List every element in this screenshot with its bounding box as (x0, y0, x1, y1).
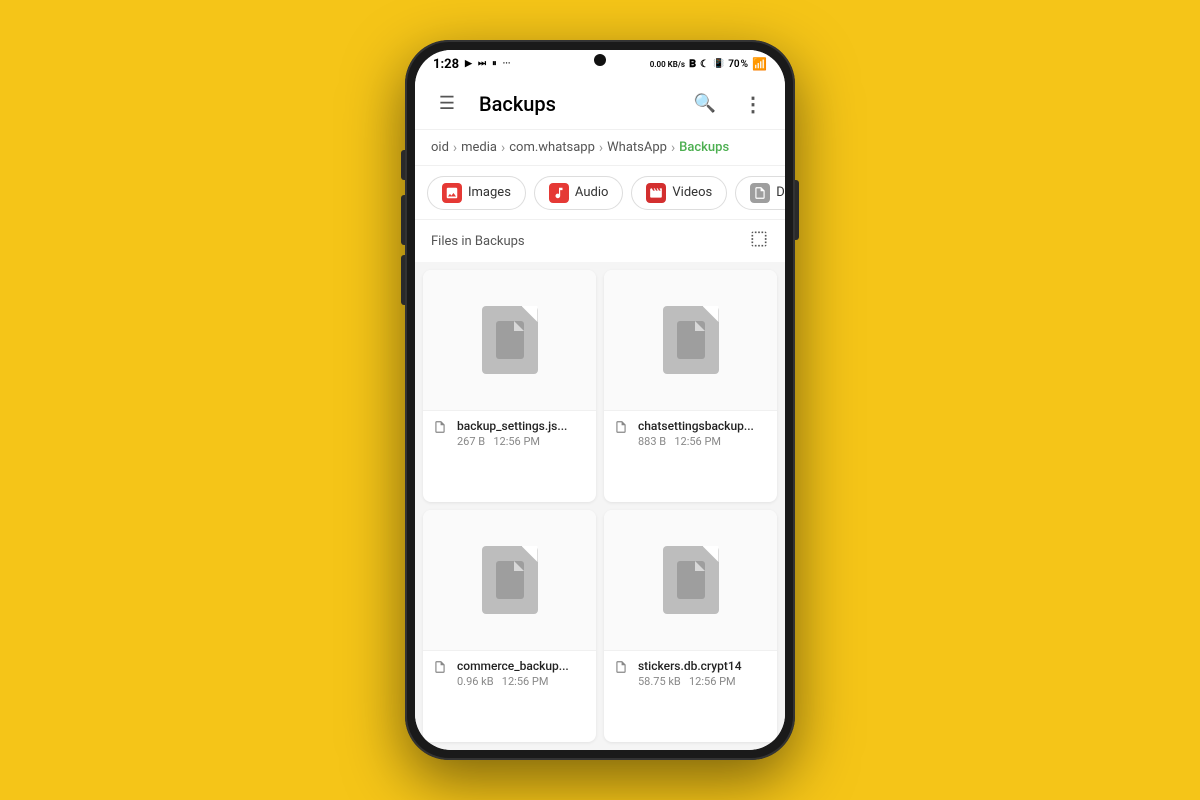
breadcrumb-item-whatsapp[interactable]: WhatsApp (607, 140, 667, 155)
file-type-icon-1 (433, 420, 449, 436)
phone-frame: 1:28 ▶ ⏭ ⏸ ··· 0.00 KB/s 𝐁 ☾ 📳 70% 📶 (405, 40, 795, 760)
chip-documents[interactable]: Documents (735, 176, 785, 210)
file-grid: backup_settings.js... 267 B 12:56 PM (415, 262, 785, 750)
menu-button[interactable]: ☰ (431, 88, 463, 120)
play-icon: ▶ (465, 59, 472, 69)
file-details-2: chatsettingsbackup... 883 B 12:56 PM (638, 419, 767, 448)
camera-notch (594, 54, 606, 66)
dots-icon: ··· (503, 59, 511, 69)
breadcrumb-sep-1: › (453, 140, 457, 156)
file-details-3: commerce_backup... 0.96 kB 12:56 PM (457, 659, 586, 688)
chip-images[interactable]: Images (427, 176, 526, 210)
breadcrumb-item-media[interactable]: media (461, 140, 497, 155)
images-chip-icon (442, 183, 462, 203)
phone-screen: 1:28 ▶ ⏭ ⏸ ··· 0.00 KB/s 𝐁 ☾ 📳 70% 📶 (415, 50, 785, 750)
file-time-1: 12:56 PM (493, 435, 540, 448)
wifi-icon: 📶 (752, 57, 767, 71)
file-time-4: 12:56 PM (689, 675, 736, 688)
search-icon: 🔍 (694, 93, 716, 114)
breadcrumb-item-android[interactable]: oid (431, 140, 449, 155)
vibrate-icon: 📳 (713, 59, 724, 69)
file-meta-3: 0.96 kB 12:56 PM (457, 675, 586, 688)
file-card-3[interactable]: commerce_backup... 0.96 kB 12:56 PM (423, 510, 596, 742)
breadcrumb-sep-3: › (599, 140, 603, 156)
file-info-3: commerce_backup... 0.96 kB 12:56 PM (423, 650, 596, 696)
hamburger-icon: ☰ (439, 93, 455, 114)
file-doc-icon-3 (482, 546, 538, 614)
file-preview-3 (423, 510, 596, 650)
app-bar: ☰ Backups 🔍 ⋮ (415, 78, 785, 130)
docs-chip-icon (750, 183, 770, 203)
documents-chip-label: Documents (776, 185, 785, 200)
skip-icon: ⏭ (478, 59, 486, 69)
more-icon: ⋮ (743, 92, 763, 116)
file-info-1: backup_settings.js... 267 B 12:56 PM (423, 410, 596, 456)
file-card-2[interactable]: chatsettingsbackup... 883 B 12:56 PM (604, 270, 777, 502)
file-doc-icon-1 (482, 306, 538, 374)
file-card-4[interactable]: stickers.db.crypt14 58.75 kB 12:56 PM (604, 510, 777, 742)
power-button (795, 180, 799, 240)
volume-down-button (401, 255, 405, 305)
file-type-icon-2 (614, 420, 630, 436)
file-size-3: 0.96 kB (457, 675, 494, 688)
file-name-3: commerce_backup... (457, 659, 586, 673)
file-name-4: stickers.db.crypt14 (638, 659, 767, 673)
file-meta-4: 58.75 kB 12:56 PM (638, 675, 767, 688)
file-doc-icon-2 (663, 306, 719, 374)
bluetooth-icon: 𝐁 (689, 59, 696, 70)
files-count-label: Files in Backups (431, 234, 525, 249)
audio-chip-label: Audio (575, 185, 608, 200)
breadcrumb-item-comwhatsapp[interactable]: com.whatsapp (509, 140, 595, 155)
file-info-4: stickers.db.crypt14 58.75 kB 12:56 PM (604, 650, 777, 696)
search-button[interactable]: 🔍 (689, 88, 721, 120)
file-info-2: chatsettingsbackup... 883 B 12:56 PM (604, 410, 777, 456)
filter-bar: Images Audio Videos Documents (415, 166, 785, 220)
file-preview-4 (604, 510, 777, 650)
file-type-icon-4 (614, 660, 630, 676)
pause-icon: ⏸ (492, 59, 497, 69)
images-chip-label: Images (468, 185, 511, 200)
file-size-2: 883 B (638, 435, 666, 448)
breadcrumb-item-backups[interactable]: Backups (679, 140, 729, 155)
moon-icon: ☾ (700, 59, 709, 70)
status-right: 0.00 KB/s 𝐁 ☾ 📳 70% 📶 (650, 57, 767, 71)
file-name-1: backup_settings.js... (457, 419, 586, 433)
chip-videos[interactable]: Videos (631, 176, 727, 210)
file-doc-icon-4 (663, 546, 719, 614)
status-time: 1:28 (433, 57, 459, 72)
files-header: Files in Backups (415, 220, 785, 262)
volume-up-button (401, 195, 405, 245)
file-preview-2 (604, 270, 777, 410)
file-size-1: 267 B (457, 435, 485, 448)
chip-audio[interactable]: Audio (534, 176, 623, 210)
network-speed: 0.00 KB/s (650, 60, 685, 69)
breadcrumb-sep-4: › (671, 140, 675, 156)
file-meta-1: 267 B 12:56 PM (457, 435, 586, 448)
file-time-2: 12:56 PM (674, 435, 721, 448)
more-options-button[interactable]: ⋮ (737, 88, 769, 120)
breadcrumb-sep-2: › (501, 140, 505, 156)
audio-chip-icon (549, 183, 569, 203)
battery-level: 70 (728, 59, 739, 70)
file-type-icon-3 (433, 660, 449, 676)
file-details-4: stickers.db.crypt14 58.75 kB 12:56 PM (638, 659, 767, 688)
breadcrumb: oid › media › com.whatsapp › WhatsApp › … (415, 130, 785, 166)
videos-chip-label: Videos (672, 185, 712, 200)
page-title: Backups (479, 92, 673, 116)
battery-icon: 70% (728, 59, 748, 70)
file-size-4: 58.75 kB (638, 675, 681, 688)
status-left: 1:28 ▶ ⏭ ⏸ ··· (433, 57, 511, 72)
mute-button (401, 150, 405, 180)
file-preview-1 (423, 270, 596, 410)
videos-chip-icon (646, 183, 666, 203)
file-name-2: chatsettingsbackup... (638, 419, 767, 433)
file-card-1[interactable]: backup_settings.js... 267 B 12:56 PM (423, 270, 596, 502)
file-time-3: 12:56 PM (502, 675, 549, 688)
grid-view-button[interactable] (749, 229, 769, 254)
file-details-1: backup_settings.js... 267 B 12:56 PM (457, 419, 586, 448)
file-meta-2: 883 B 12:56 PM (638, 435, 767, 448)
